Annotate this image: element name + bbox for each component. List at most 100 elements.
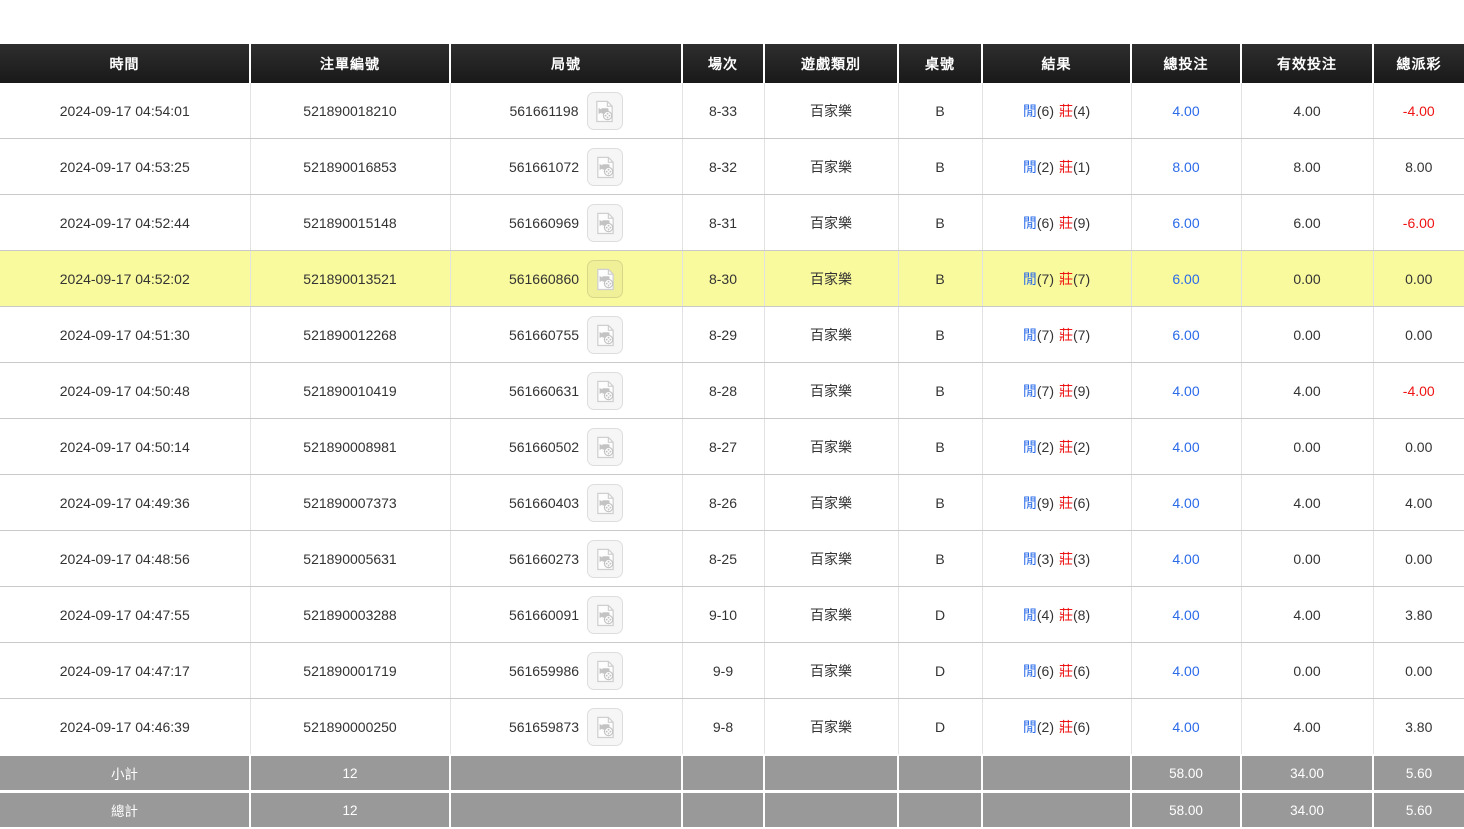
video-replay-button[interactable] — [587, 204, 623, 242]
col-header-total-bet: 總投注 — [1131, 44, 1241, 83]
bet-id-cell: 521890012268 — [250, 307, 450, 363]
summary-empty — [982, 755, 1131, 792]
banker-score: (9) — [1073, 383, 1090, 399]
table-row[interactable]: 2024-09-17 04:54:01521890018210561661198… — [0, 83, 1464, 139]
table-row[interactable]: 2024-09-17 04:50:48521890010419561660631… — [0, 363, 1464, 419]
round-number: 561660502 — [509, 439, 579, 455]
valid-bet-cell: 0.00 — [1241, 643, 1373, 699]
col-header-time: 時間 — [0, 44, 250, 83]
total-bet-cell[interactable]: 4.00 — [1131, 643, 1241, 699]
total-bet-cell[interactable]: 4.00 — [1131, 363, 1241, 419]
table-footer: 小計1258.0034.005.60總計1258.0034.005.60 — [0, 755, 1464, 828]
table-row[interactable]: 2024-09-17 04:48:56521890005631561660273… — [0, 531, 1464, 587]
payout-cell: 0.00 — [1373, 531, 1464, 587]
player-label: 閒 — [1023, 663, 1037, 679]
video-replay-button[interactable] — [587, 708, 623, 746]
total-bet-cell[interactable]: 4.00 — [1131, 475, 1241, 531]
total-bet-cell[interactable]: 4.00 — [1131, 531, 1241, 587]
bet-id-cell: 521890015148 — [250, 195, 450, 251]
result-cell: 閒(6)莊(4) — [982, 83, 1131, 139]
total-bet-cell[interactable]: 6.00 — [1131, 251, 1241, 307]
result-cell: 閒(7)莊(7) — [982, 251, 1131, 307]
banker-label: 莊 — [1059, 383, 1073, 399]
round-wrap: 561661198 — [509, 92, 622, 130]
table-row[interactable]: 2024-09-17 04:49:36521890007373561660403… — [0, 475, 1464, 531]
table-code-cell: B — [898, 363, 982, 419]
summary-payout: 5.60 — [1373, 755, 1464, 792]
game-type-cell: 百家樂 — [764, 307, 898, 363]
video-replay-button[interactable] — [587, 260, 623, 298]
round-cell: 561660860 — [450, 251, 682, 307]
table-code-cell: B — [898, 195, 982, 251]
total-bet-cell[interactable]: 4.00 — [1131, 419, 1241, 475]
table-row[interactable]: 2024-09-17 04:46:39521890000250561659873… — [0, 699, 1464, 756]
video-replay-icon — [594, 267, 617, 291]
total-bet-cell[interactable]: 4.00 — [1131, 587, 1241, 643]
banker-score: (4) — [1073, 103, 1090, 119]
round-number: 561661072 — [509, 159, 579, 175]
video-replay-button[interactable] — [587, 596, 623, 634]
total-bet-cell[interactable]: 6.00 — [1131, 195, 1241, 251]
video-replay-button[interactable] — [587, 372, 623, 410]
summary-count: 12 — [250, 755, 450, 792]
col-header-payout: 總派彩 — [1373, 44, 1464, 83]
banker-label: 莊 — [1059, 495, 1073, 511]
total-bet-cell[interactable]: 4.00 — [1131, 83, 1241, 139]
banker-score: (6) — [1073, 663, 1090, 679]
total-bet-cell[interactable]: 8.00 — [1131, 139, 1241, 195]
time-cell: 2024-09-17 04:54:01 — [0, 83, 250, 139]
video-replay-button[interactable] — [587, 540, 623, 578]
subtotal-row: 小計1258.0034.005.60 — [0, 755, 1464, 792]
game-type-cell: 百家樂 — [764, 587, 898, 643]
total-bet-cell[interactable]: 4.00 — [1131, 699, 1241, 756]
player-label: 閒 — [1023, 439, 1037, 455]
banker-score: (6) — [1073, 719, 1090, 735]
time-cell: 2024-09-17 04:52:02 — [0, 251, 250, 307]
time-cell: 2024-09-17 04:53:25 — [0, 139, 250, 195]
video-replay-button[interactable] — [587, 316, 623, 354]
video-replay-button[interactable] — [587, 148, 623, 186]
player-label: 閒 — [1023, 495, 1037, 511]
video-replay-button[interactable] — [587, 652, 623, 690]
bet-id-cell: 521890003288 — [250, 587, 450, 643]
table-row[interactable]: 2024-09-17 04:47:55521890003288561660091… — [0, 587, 1464, 643]
table-code-cell: D — [898, 643, 982, 699]
table-row[interactable]: 2024-09-17 04:52:44521890015148561660969… — [0, 195, 1464, 251]
player-score: (9) — [1037, 495, 1054, 511]
round-cell: 561660403 — [450, 475, 682, 531]
payout-cell: 3.80 — [1373, 587, 1464, 643]
video-replay-icon — [594, 379, 617, 403]
payout-cell: 0.00 — [1373, 251, 1464, 307]
summary-empty — [764, 792, 898, 829]
video-replay-button[interactable] — [587, 484, 623, 522]
result-cell: 閒(2)莊(6) — [982, 699, 1131, 756]
time-cell: 2024-09-17 04:49:36 — [0, 475, 250, 531]
banker-label: 莊 — [1059, 159, 1073, 175]
valid-bet-cell: 4.00 — [1241, 363, 1373, 419]
game-type-cell: 百家樂 — [764, 83, 898, 139]
round-number: 561659873 — [509, 719, 579, 735]
round-cell: 561659873 — [450, 699, 682, 756]
result-cell: 閒(4)莊(8) — [982, 587, 1131, 643]
col-header-valid-bet: 有效投注 — [1241, 44, 1373, 83]
video-replay-button[interactable] — [587, 428, 623, 466]
session-cell: 8-27 — [682, 419, 764, 475]
table-row[interactable]: 2024-09-17 04:52:02521890013521561660860… — [0, 251, 1464, 307]
result-cell: 閒(2)莊(2) — [982, 419, 1131, 475]
player-label: 閒 — [1023, 607, 1037, 623]
payout-cell: 3.80 — [1373, 699, 1464, 756]
total-bet-cell[interactable]: 6.00 — [1131, 307, 1241, 363]
banker-score: (7) — [1073, 327, 1090, 343]
banker-score: (7) — [1073, 271, 1090, 287]
table-row[interactable]: 2024-09-17 04:50:14521890008981561660502… — [0, 419, 1464, 475]
summary-empty — [682, 755, 764, 792]
table-row[interactable]: 2024-09-17 04:47:17521890001719561659986… — [0, 643, 1464, 699]
round-number: 561661198 — [509, 103, 578, 119]
banker-score: (6) — [1073, 495, 1090, 511]
player-score: (2) — [1037, 439, 1054, 455]
table-row[interactable]: 2024-09-17 04:53:25521890016853561661072… — [0, 139, 1464, 195]
video-replay-button[interactable] — [587, 92, 623, 130]
game-type-cell: 百家樂 — [764, 531, 898, 587]
table-row[interactable]: 2024-09-17 04:51:30521890012268561660755… — [0, 307, 1464, 363]
round-wrap: 561660860 — [509, 260, 623, 298]
